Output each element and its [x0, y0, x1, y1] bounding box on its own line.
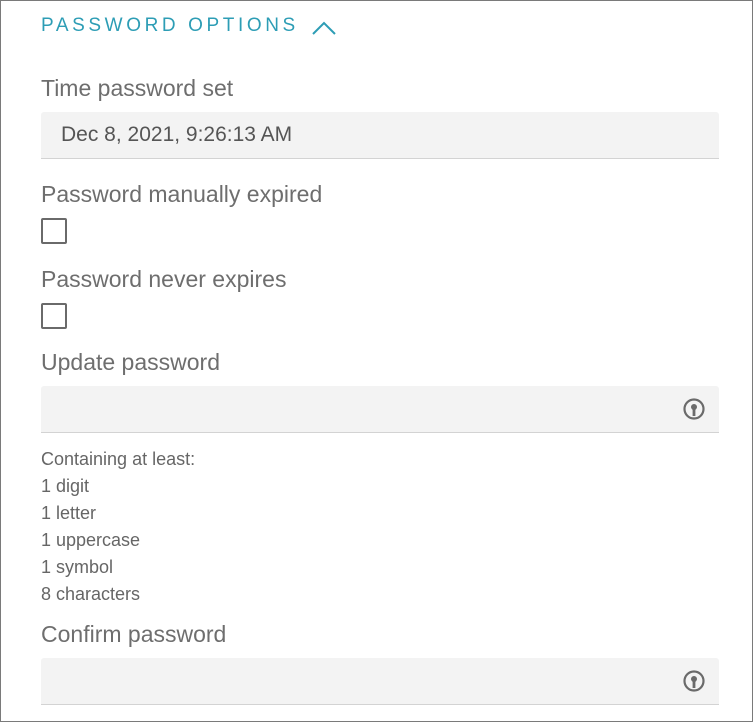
time-password-set-field: Dec 8, 2021, 9:26:13 AM — [41, 112, 719, 159]
requirement-item: 1 uppercase — [41, 530, 141, 550]
password-manually-expired-checkbox[interactable] — [41, 218, 67, 244]
update-password-input[interactable] — [41, 386, 719, 433]
time-password-set-label: Time password set — [41, 75, 234, 101]
requirement-item: 1 letter — [41, 503, 97, 523]
chevron-up-icon[interactable] — [311, 20, 337, 36]
reveal-password-icon[interactable] — [682, 397, 706, 421]
requirements-heading: Containing at least: — [41, 449, 196, 469]
confirm-password-input[interactable] — [41, 658, 719, 705]
password-never-expires-checkbox[interactable] — [41, 303, 67, 329]
password-options-header[interactable]: PASSWORD OPTIONS — [41, 15, 337, 37]
requirement-item: 8 characters — [41, 584, 141, 604]
password-requirements: Containing at least: 1 digit 1 letter 1 … — [41, 446, 195, 608]
password-never-expires-label: Password never expires — [41, 266, 287, 292]
time-password-set-value: Dec 8, 2021, 9:26:13 AM — [61, 123, 293, 146]
reveal-password-icon[interactable] — [682, 669, 706, 693]
requirement-item: 1 symbol — [41, 557, 114, 577]
confirm-password-label: Confirm password — [41, 621, 227, 647]
update-password-label: Update password — [41, 349, 220, 375]
password-manually-expired-label: Password manually expired — [41, 181, 323, 207]
requirement-item: 1 digit — [41, 476, 90, 496]
section-title: PASSWORD OPTIONS — [41, 15, 299, 36]
password-options-panel: PASSWORD OPTIONS Time password set Dec 8… — [0, 0, 753, 722]
